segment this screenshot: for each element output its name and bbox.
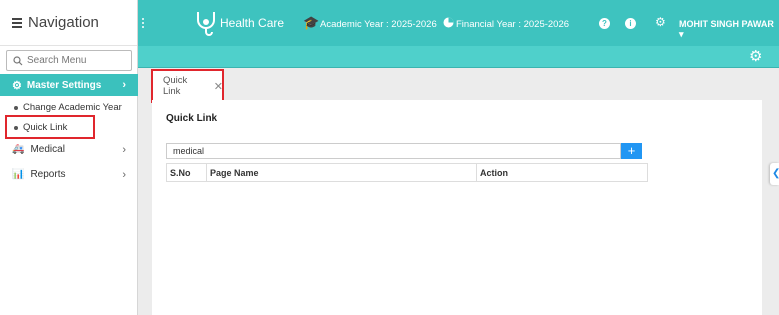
bar-chart-icon: 📊 xyxy=(12,169,25,180)
sidebar-item-medical[interactable]: 🚑 Medical › xyxy=(12,143,138,156)
settings-edit-icon[interactable]: ⚙ xyxy=(749,47,762,65)
ambulance-icon: 🚑 xyxy=(12,144,25,155)
subitem-label: Change Academic Year xyxy=(23,102,122,113)
sidebar-item-label: Medical xyxy=(30,144,65,155)
sidebar: Navigation Search Menu ⚙ Master Settings… xyxy=(0,0,138,315)
collapse-icon[interactable] xyxy=(140,16,146,30)
info-icon[interactable]: i xyxy=(625,18,636,29)
user-menu[interactable]: MOHIT SINGH PAWAR ▾ xyxy=(679,19,779,40)
brand-name: Health Care xyxy=(220,16,285,30)
search-menu-input[interactable]: Search Menu xyxy=(6,50,132,71)
sidebar-item-reports[interactable]: 📊 Reports › xyxy=(12,168,138,181)
menu-icon[interactable] xyxy=(12,16,22,30)
search-icon xyxy=(13,55,23,65)
sidebar-item-master-settings[interactable]: ⚙ Master Settings › xyxy=(0,74,138,96)
chevron-right-icon: › xyxy=(122,168,126,181)
sidebar-subitem-change-academic-year[interactable]: Change Academic Year xyxy=(14,102,122,113)
chevron-right-icon: › xyxy=(122,143,126,156)
content-panel: Quick Link medical + S.No Page Name Acti… xyxy=(152,100,762,315)
add-button[interactable]: + xyxy=(621,143,642,159)
bullet-icon xyxy=(14,105,18,110)
pie-chart-icon xyxy=(443,17,454,28)
chevron-right-icon: › xyxy=(122,79,126,91)
chevron-left-icon[interactable]: ❮ xyxy=(770,163,779,185)
highlight-box xyxy=(151,69,224,103)
graduation-cap-icon: 🎓 xyxy=(303,15,320,30)
sidebar-item-label: Master Settings xyxy=(26,79,102,91)
gear-icon: ⚙ xyxy=(12,79,22,92)
secondary-bar: ⚙ xyxy=(138,46,779,68)
financial-year[interactable]: Financial Year : 2025-2026 xyxy=(456,19,569,30)
settings-gear-icon[interactable]: ⚙ xyxy=(655,15,666,29)
column-header: Page Name xyxy=(207,164,477,181)
help-icon[interactable]: ? xyxy=(599,18,610,29)
search-placeholder: Search Menu xyxy=(27,55,87,66)
sidebar-item-label: Reports xyxy=(30,169,66,180)
page-search-input[interactable]: medical xyxy=(166,143,621,159)
column-header: S.No xyxy=(167,164,207,181)
nav-title: Navigation xyxy=(28,14,99,31)
academic-year[interactable]: Academic Year : 2025-2026 xyxy=(320,19,437,30)
stethoscope-logo-icon xyxy=(197,12,215,36)
top-bar: Health Care 🎓 Academic Year : 2025-2026 … xyxy=(138,0,779,46)
user-name: MOHIT SINGH PAWAR xyxy=(679,19,774,29)
quick-link-table-header: S.No Page Name Action xyxy=(166,163,648,182)
nav-header: Navigation xyxy=(0,0,137,46)
highlight-box xyxy=(5,115,95,139)
page-title: Quick Link xyxy=(166,113,218,124)
column-header: Action xyxy=(480,168,508,178)
